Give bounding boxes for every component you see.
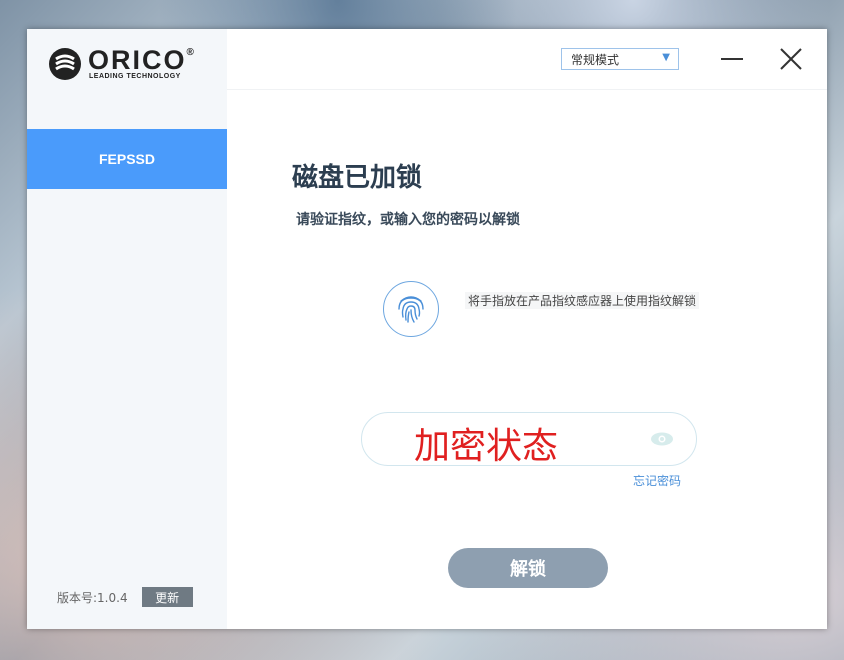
page-title: 磁盘已加锁 [292,163,423,193]
sidebar-item-fepssd[interactable]: FEPSSD [27,129,227,189]
title-bar: 常规模式 ▼ [227,29,827,90]
version-area: 版本号:1.0.4 更新 [57,587,193,607]
fingerprint-icon [398,296,424,323]
orico-logo-icon [49,48,81,80]
unlock-button[interactable]: 解锁 [448,548,608,588]
sidebar-item-label: FEPSSD [98,151,155,167]
brand-logo: ORICO® LEADING TECHNOLOGY [48,45,218,85]
password-value: 加密状态 [414,426,559,467]
mode-select[interactable]: 常规模式 ▼ [561,48,679,70]
sidebar: ORICO® LEADING TECHNOLOGY FEPSSD 版本号:1.0… [27,29,227,629]
fingerprint-hint: 将手指放在产品指纹感应器上使用指纹解锁 [465,292,700,309]
brand-name: ORICO® [88,45,194,75]
page-subtitle: 请验证指纹，或输入您的密码以解锁 [296,212,520,228]
update-button[interactable]: 更新 [141,587,193,607]
minimize-icon[interactable] [721,58,743,60]
app-window: ORICO® LEADING TECHNOLOGY FEPSSD 版本号:1.0… [27,29,827,629]
close-icon[interactable] [779,47,803,71]
version-label: 版本号:1.0.4 [57,590,128,605]
brand-tagline: LEADING TECHNOLOGY [89,73,181,80]
dropdown-arrow-icon: ▼ [662,52,670,63]
eye-icon[interactable] [650,431,674,447]
forgot-password-link[interactable]: 忘记密码 [633,472,681,489]
mode-select-value: 常规模式 [571,52,620,67]
password-input[interactable]: 加密状态 [361,412,697,467]
fingerprint-badge [383,281,439,337]
